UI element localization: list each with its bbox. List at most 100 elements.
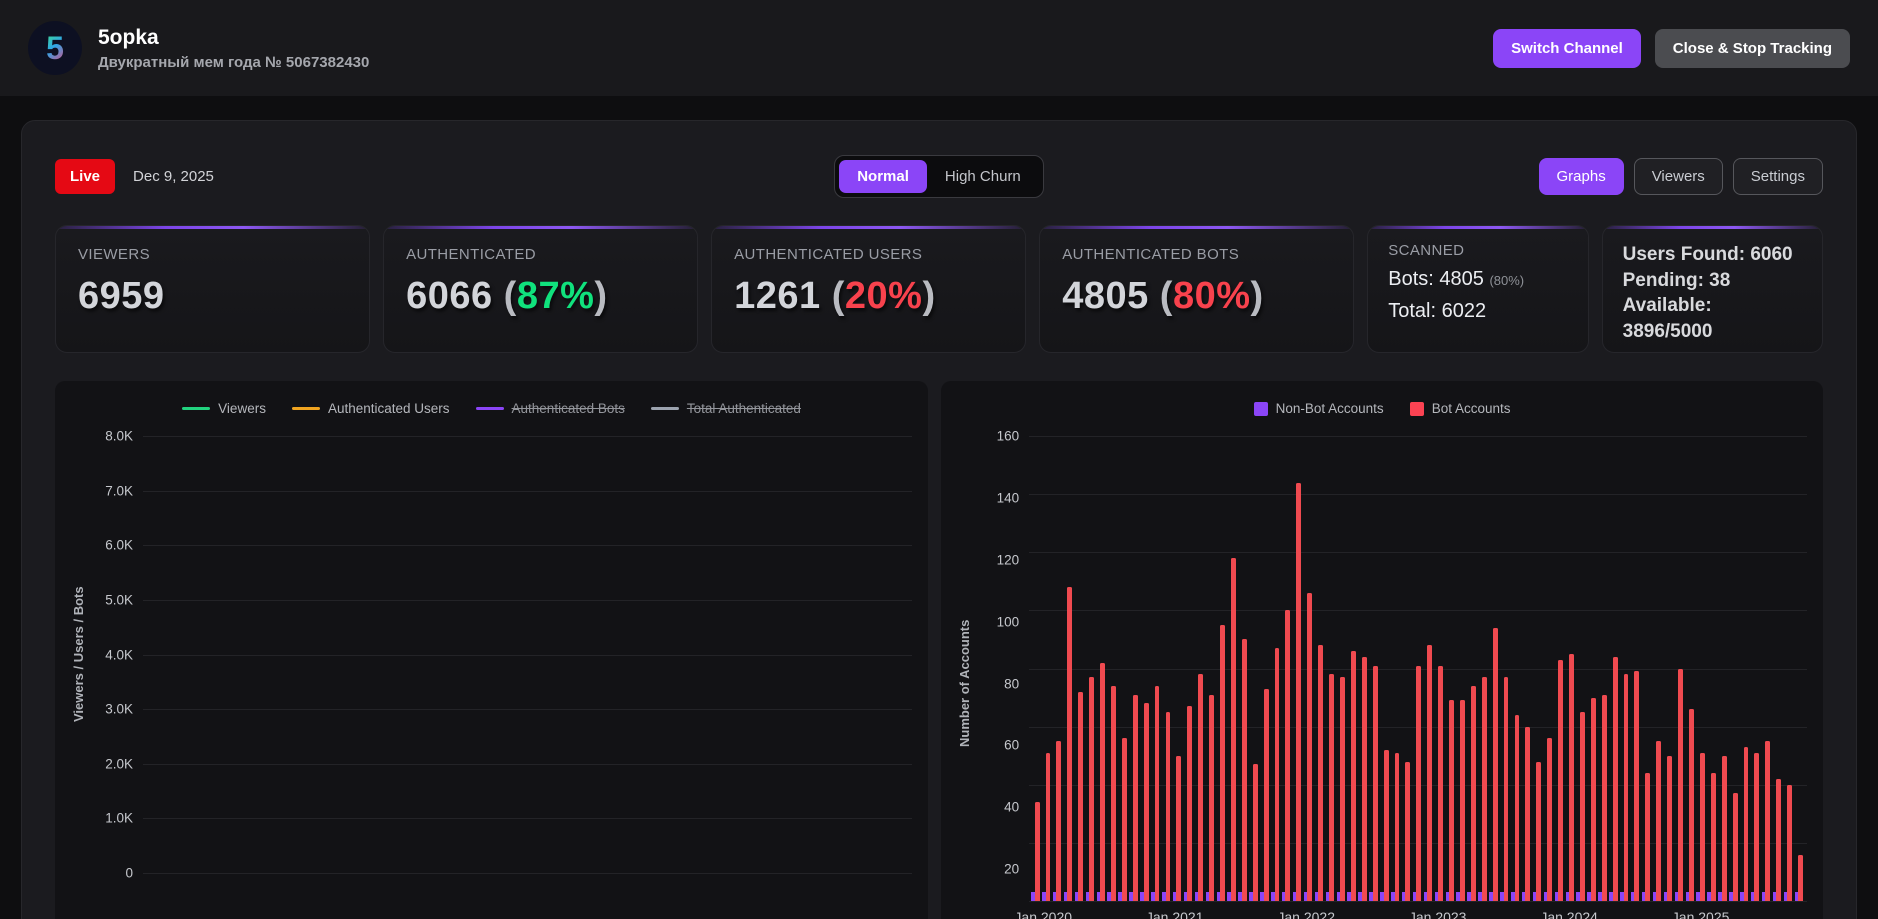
bot-bar (1340, 677, 1345, 901)
bar-group (1042, 436, 1051, 901)
non-bot-bar (1511, 892, 1515, 901)
bot-bar (1536, 761, 1542, 901)
bot-bar (1449, 700, 1454, 901)
scanned-total-line: Total: 6022 (1388, 300, 1487, 322)
bot-bar (1100, 662, 1105, 901)
bar-group (1369, 436, 1378, 901)
bar-group (1434, 436, 1444, 901)
bar-group (1521, 436, 1531, 901)
legend-item-authenticated-users[interactable]: Authenticated Users (291, 401, 450, 416)
y-tick-label: 120 (996, 552, 1020, 568)
tab-settings[interactable]: Settings (1732, 158, 1823, 195)
bars-container (1031, 436, 1803, 901)
bar-group (1609, 436, 1618, 901)
bar-group (1467, 436, 1476, 901)
bot-bar (1547, 738, 1553, 901)
y-tick-label: 5.0K (105, 592, 133, 608)
stat-card-scanned: SCANNED Bots: 4805 (80%) Total: 6022 (1367, 225, 1589, 353)
gridline (143, 599, 913, 601)
stats-row: VIEWERS 6959 AUTHENTICATED 6066 (87%) AU… (55, 225, 1823, 353)
bot-bar (1612, 656, 1618, 901)
bot-bar (1372, 665, 1378, 901)
stat-label: AUTHENTICATED (406, 246, 536, 263)
bot-bar (1383, 749, 1389, 901)
legend-item-viewers[interactable]: Viewers (182, 401, 266, 416)
stat-card-authenticated-users: AUTHENTICATED USERS 1261 (20%) (711, 225, 1027, 353)
bot-bar (1078, 691, 1084, 901)
mode-high-churn-button[interactable]: High Churn (927, 160, 1039, 193)
stat-card-authenticated: AUTHENTICATED 6066 (87%) (383, 225, 699, 353)
stat-card-accounts: Users Found: 6060 Pending: 38 Available:… (1601, 225, 1823, 353)
gridline (143, 873, 913, 874)
line-chart-plot[interactable] (143, 436, 913, 874)
bar-group (1096, 436, 1105, 901)
tab-viewers[interactable]: Viewers (1633, 158, 1723, 195)
legend-item-bot-accounts[interactable]: Bot Accounts (1409, 401, 1511, 416)
bar-group (1511, 436, 1520, 901)
bar-group (1052, 436, 1062, 901)
y-tick-label: 3.0K (105, 701, 133, 717)
bar-chart-y-ticks: 160140120100806040200 (977, 429, 1029, 919)
bot-bar (1329, 674, 1334, 901)
switch-channel-button[interactable]: Switch Channel (1493, 28, 1641, 68)
bot-bar (1034, 802, 1040, 901)
bar-group (1063, 436, 1073, 901)
bar-group (1314, 436, 1324, 901)
bar-group (1729, 436, 1738, 901)
stat-label: VIEWERS (78, 246, 150, 263)
bar-group (1391, 436, 1400, 901)
bar-group (1685, 436, 1694, 901)
legend-item-authenticated-bots[interactable]: Authenticated Bots (475, 401, 625, 416)
y-tick-label: 1.0K (105, 810, 133, 826)
bot-bar (1307, 592, 1313, 901)
bar-group (1783, 436, 1793, 901)
bot-bar (1252, 764, 1258, 901)
bot-bar (1165, 712, 1171, 901)
bot-bar (1132, 694, 1138, 901)
bar-group (1074, 436, 1084, 901)
bar-group (1500, 436, 1509, 901)
bot-bar (1787, 784, 1793, 901)
x-tick-label: Jan 2020 (1014, 909, 1073, 919)
bar-chart-y-axis-label: Number of Accounts (957, 619, 973, 748)
view-tabs: Graphs Viewers Settings (1044, 158, 1823, 195)
bar-group (1271, 436, 1280, 901)
bar-chart-legend: Non-Bot Accounts Bot Accounts (957, 401, 1807, 416)
bar-group (1412, 436, 1422, 901)
bar-group (1630, 436, 1640, 901)
bar-group (1358, 436, 1367, 901)
stat-label: AUTHENTICATED BOTS (1062, 246, 1240, 263)
mode-normal-button[interactable]: Normal (839, 160, 927, 193)
bar-group (1587, 436, 1596, 901)
bar-group (1761, 436, 1771, 901)
bot-bar (1645, 773, 1651, 901)
stat-label: SCANNED (1388, 242, 1465, 259)
bot-bar (1743, 746, 1749, 901)
bot-bar (1067, 587, 1073, 901)
line-chart-y-axis-label: Viewers / Users / Bots (71, 586, 86, 723)
tab-graphs[interactable]: Graphs (1538, 158, 1624, 195)
pending-line: Pending: 38 (1622, 269, 1731, 291)
legend-item-total-authenticated[interactable]: Total Authenticated (650, 401, 801, 416)
bar-group (1478, 436, 1487, 901)
bot-bar (1721, 755, 1727, 901)
bar-group (1292, 436, 1302, 901)
y-tick-label: 140 (996, 490, 1020, 506)
gridline (143, 654, 913, 656)
bot-bar (1798, 854, 1803, 901)
close-stop-tracking-button[interactable]: Close & Stop Tracking (1654, 28, 1850, 68)
bar-group (1205, 436, 1215, 901)
bot-bar (1274, 648, 1280, 901)
bot-bar (1350, 651, 1356, 901)
bar-group (1336, 436, 1345, 901)
channel-info: 5opka Двукратный мем года № 5067382430 (98, 26, 369, 71)
bar-group (1216, 436, 1225, 901)
bot-bar (1689, 709, 1694, 901)
bot-bar (1416, 665, 1422, 901)
legend-item-non-bot-accounts[interactable]: Non-Bot Accounts (1253, 401, 1384, 416)
y-tick-label: 6.0K (105, 537, 133, 553)
bot-bar (1558, 659, 1564, 901)
bar-group (1740, 436, 1749, 901)
bot-bar (1230, 558, 1236, 901)
bar-chart-plot[interactable] (1029, 436, 1807, 902)
